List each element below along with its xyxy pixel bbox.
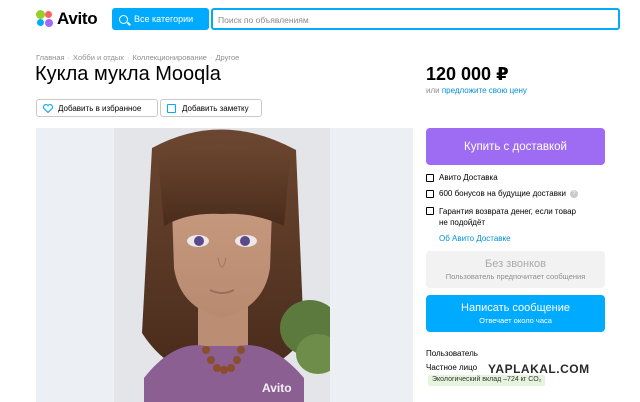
header: Avito Все категории Поиск по объявлениям [0,0,640,38]
heart-icon [43,103,53,113]
feature-bonus: 600 бонусов на будущие доставки ? [426,189,578,198]
feature-guarantee: Гарантия возврата денег, если товар не п… [426,206,576,228]
breadcrumb-collecting[interactable]: Коллекционирование [132,53,206,62]
breadcrumb-home[interactable]: Главная [36,53,65,62]
logo-text: Avito [57,9,98,28]
page-title: Кукла мукла Mooqla [35,63,221,85]
doll-photo[interactable] [114,128,330,402]
scrollbar[interactable] [622,0,640,402]
price-offer: или предложите свою цену [426,86,527,95]
logo-dots-icon [36,10,54,28]
photo-watermark: Avito [262,381,292,395]
add-favorite-label: Добавить в избранное [58,103,142,113]
price: 120 000 ₽ [426,64,509,84]
add-note-button[interactable]: Добавить заметку [160,99,262,117]
site-watermark: YAPLAKAL.COM [488,362,590,376]
doll-image [114,128,330,402]
avito-logo[interactable]: Avito [36,9,98,29]
feature-guarantee-line1: Гарантия возврата денег, если товар [439,207,577,216]
response-time: Отвечает около часа [479,316,552,325]
shield-icon [426,207,434,215]
about-delivery-link[interactable]: Об Авито Доставке [439,234,511,243]
bonus-icon [426,190,434,198]
breadcrumb: Главная · Хобби и отдых · Коллекционирование… [36,53,240,62]
price-offer-prefix: или [426,86,442,95]
search-input[interactable]: Поиск по объявлениям [211,8,620,30]
feature-delivery-label: Авито Доставка [439,173,498,182]
add-note-label: Добавить заметку [182,103,249,113]
no-calls-subtitle: Пользователь предпочитает сообщения [445,272,586,281]
truck-icon [426,174,434,182]
breadcrumb-hobby[interactable]: Хобби и отдых [73,53,124,62]
all-categories-button[interactable]: Все категории [112,8,209,30]
add-favorite-button[interactable]: Добавить в избранное [36,99,158,117]
feature-delivery: Авито Доставка [426,173,498,182]
info-icon[interactable]: ? [569,190,578,198]
all-categories-label: Все категории [134,14,194,24]
no-calls-block: Без звонков Пользователь предпочитает со… [426,251,605,288]
write-message-button[interactable]: Написать сообщение Отвечает около часа [426,295,605,332]
feature-bonus-label: 600 бонусов на будущие доставки [439,189,566,198]
seller-type: Частное лицо [426,363,478,372]
note-icon [167,103,176,113]
offer-price-link[interactable]: предложите свою цену [442,86,527,95]
search-icon [119,14,128,24]
buy-with-delivery-button[interactable]: Купить с доставкой [426,128,605,165]
photo-gallery[interactable] [36,128,413,402]
seller-role: Пользователь [426,349,478,358]
no-calls-title: Без звонков [484,258,547,270]
write-message-label: Написать сообщение [461,302,570,314]
eco-badge: Экологический вклад –724 кг CO₂ [428,375,546,386]
breadcrumb-other[interactable]: Другое [215,53,239,62]
feature-guarantee-line2: не подойдёт [439,218,486,227]
